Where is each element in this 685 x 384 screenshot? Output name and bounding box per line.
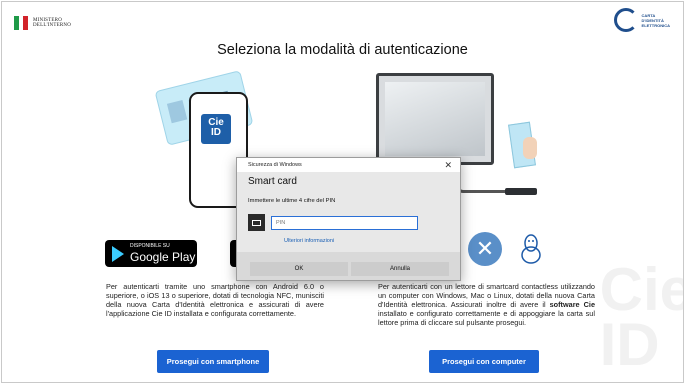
hand-illustration — [523, 137, 537, 159]
cancel-button[interactable]: Annulla — [351, 262, 449, 276]
cie-id-app-label: Cie ID — [208, 117, 224, 138]
windows-security-dialog: Sicurezza di Windows ✕ Smart card Immett… — [236, 157, 461, 281]
smartcard-icon — [248, 214, 265, 231]
windows-icon: ✕ — [468, 232, 502, 266]
close-icon[interactable]: ✕ — [444, 160, 452, 171]
linux-penguin-icon — [521, 234, 541, 264]
reader-cable — [457, 178, 510, 193]
store-small-label: DISPONIBILE SU — [130, 243, 170, 249]
cie-logo: CARTA D'IDENTITÀ ELETTRONICA — [613, 8, 670, 32]
cie-logo-text: CARTA D'IDENTITÀ ELETTRONICA — [641, 12, 670, 28]
computer-monitor-illustration — [376, 73, 494, 165]
cie-id-app-icon: Cie ID — [201, 114, 231, 144]
google-play-badge[interactable]: DISPONIBILE SU Google Play — [105, 240, 197, 267]
ministry-name: MINISTERO DELL'INTERNO — [33, 17, 72, 29]
dialog-title: Smart card — [248, 176, 297, 187]
google-play-icon — [112, 246, 124, 262]
more-info-link[interactable]: Ulteriori informazioni — [284, 238, 334, 244]
page: MINISTERO DELL'INTERNO CARTA D'IDENTITÀ … — [1, 1, 684, 383]
continue-with-smartphone-button[interactable]: Prosegui con smartphone — [157, 350, 269, 373]
ministry-logo: MINISTERO DELL'INTERNO — [14, 16, 71, 30]
card-reader-illustration — [505, 188, 537, 195]
dialog-window-title: Sicurezza di Windows — [248, 162, 302, 168]
cie-id-watermark: Cie ID — [599, 256, 684, 378]
ok-button[interactable]: OK — [250, 262, 348, 276]
dialog-title-bar: Sicurezza di Windows ✕ — [237, 158, 460, 172]
italian-flag-icon — [14, 16, 29, 30]
page-title: Seleziona la modalità di autenticazione — [217, 42, 468, 58]
pin-input[interactable] — [271, 215, 418, 230]
continue-with-computer-button[interactable]: Prosegui con computer — [429, 350, 539, 373]
cie-circle-icon — [613, 8, 638, 32]
store-big-label: Google Play — [130, 250, 196, 264]
smartphone-description: Per autenticarti tramite uno smartphone … — [106, 282, 324, 318]
computer-description: Per autenticarti con un lettore di smart… — [378, 282, 596, 327]
dialog-message: Immettere le ultime 4 cifre del PIN — [248, 198, 336, 204]
